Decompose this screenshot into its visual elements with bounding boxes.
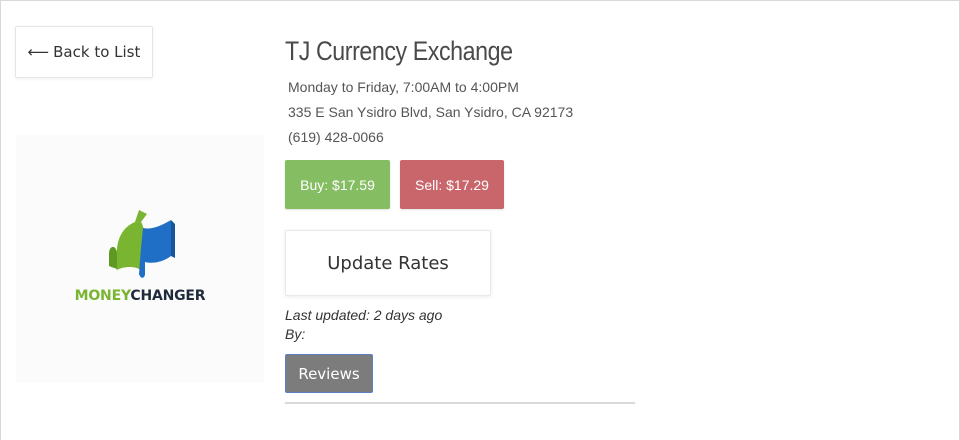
back-to-list-button[interactable]: ⟵ Back to List — [15, 26, 153, 78]
money-changer-logo-icon — [109, 210, 175, 278]
sell-rate-badge: Sell: $17.29 — [400, 160, 504, 209]
back-arrow-icon: ⟵ — [27, 43, 50, 61]
logo-word-money: MONEY — [74, 288, 131, 304]
business-phone: (619) 428-0066 — [288, 129, 384, 145]
reviews-button[interactable]: Reviews — [285, 354, 373, 393]
updated-by-text: By: — [285, 326, 306, 342]
back-to-list-label: Back to List — [53, 43, 141, 61]
section-divider — [285, 402, 635, 404]
buy-rate-badge: Buy: $17.59 — [285, 160, 390, 209]
business-address: 335 E San Ysidro Blvd, San Ysidro, CA 92… — [288, 104, 574, 120]
update-rates-button[interactable]: Update Rates — [285, 230, 491, 296]
exchange-name: TJ Currency Exchange — [285, 36, 513, 66]
exchange-logo: MONEYCHANGER — [16, 135, 264, 383]
business-hours: Monday to Friday, 7:00AM to 4:00PM — [288, 79, 519, 95]
logo-wordmark: MONEYCHANGER — [75, 288, 206, 304]
last-updated-text: Last updated: 2 days ago — [285, 307, 443, 323]
logo-word-changer: CHANGER — [130, 288, 206, 304]
